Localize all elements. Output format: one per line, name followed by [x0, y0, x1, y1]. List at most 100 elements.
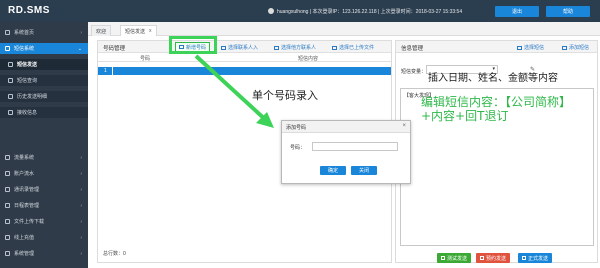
dialog-header: 添加号码 ×: [282, 121, 410, 133]
file-icon: [332, 45, 337, 50]
clock-icon: [480, 256, 484, 260]
test-icon: [441, 256, 445, 260]
row-index: 1: [104, 68, 107, 74]
tab-welcome[interactable]: 欢迎: [91, 25, 112, 36]
column-header-content: 短信内容: [298, 56, 319, 62]
panel-header: 信息管理 选择短信 添加短信: [396, 41, 597, 53]
tab-bar: 欢迎 短信发送 x: [88, 22, 600, 36]
file-icon: [5, 219, 10, 224]
account-icon: [5, 171, 10, 176]
sidebar-item-label: 短信发送: [17, 62, 38, 68]
chevron-icon: ›: [80, 187, 82, 193]
timed-send-button[interactable]: 预约发送: [476, 253, 511, 263]
highlight-box: [169, 36, 217, 54]
sidebar-item-system[interactable]: 系统管理 ›: [0, 248, 88, 259]
dialog-title: 添加号码: [286, 125, 307, 131]
add-template-button[interactable]: 添加短信: [562, 44, 589, 51]
button-label: 选择已上传文件: [339, 45, 375, 51]
calendar-icon: [5, 203, 10, 208]
chevron-icon: ›: [80, 235, 82, 241]
annotation-insert-hint: 插入日期、姓名、金额等内容: [428, 73, 558, 84]
exit-button[interactable]: 退出: [495, 6, 539, 17]
template-icon: [517, 45, 522, 50]
button-label: 选择他方联系人: [281, 45, 317, 51]
number-input[interactable]: [312, 142, 398, 151]
cell-divider: [112, 67, 113, 75]
search-icon: [8, 78, 13, 83]
send-icon: [8, 62, 13, 67]
sidebar-item-inbox[interactable]: 接收信息: [0, 107, 88, 118]
sidebar: 系统首页 › 短信系统 ⌄ 短信发送 短信查询 历史发送明细 接收信息 流量系统 › …: [0, 22, 88, 268]
column-header-number: 号码: [140, 56, 151, 62]
select-template-button[interactable]: 选择短信: [517, 44, 544, 51]
contacts-icon: [274, 45, 279, 50]
select-uploaded-file-button[interactable]: 选择已上传文件: [332, 44, 374, 51]
user-icon: [268, 8, 274, 14]
sidebar-item-label: 账户流水: [14, 171, 35, 177]
chevron-icon: ›: [80, 251, 82, 257]
tab-label: 短信发送: [125, 28, 146, 35]
table-row[interactable]: 1: [98, 67, 391, 75]
sidebar-item-label: 历史发送明细: [17, 94, 48, 100]
button-label: 添加短信: [569, 45, 590, 51]
button-label: 选择联系人入: [228, 45, 259, 51]
sidebar-item-history[interactable]: 历史发送明细: [0, 91, 88, 102]
button-label: 测试发送: [447, 255, 468, 262]
gear-icon: [5, 251, 10, 256]
close-icon[interactable]: ×: [402, 123, 406, 129]
contacts-icon: [5, 187, 10, 192]
chevron-icon: ›: [80, 219, 82, 225]
sidebar-item-recharge[interactable]: 线上充值 ›: [0, 232, 88, 243]
sidebar-item-label: 短信查询: [17, 78, 38, 84]
button-label: 正式发送: [528, 255, 549, 262]
sidebar-item-account[interactable]: 账户流水 ›: [0, 168, 88, 179]
chevron-down-icon: ⌄: [77, 46, 82, 52]
chevron-icon: ›: [80, 171, 82, 177]
confirm-button[interactable]: 确定: [320, 166, 346, 175]
test-send-button[interactable]: 测试发送: [437, 253, 472, 263]
sidebar-item-calendar[interactable]: 日程表管理 ›: [0, 200, 88, 211]
help-button[interactable]: 帮助: [546, 6, 590, 17]
sidebar-item-label: 系统首页: [14, 30, 35, 36]
sidebar-item-home[interactable]: 系统首页 ›: [0, 27, 88, 38]
user-info: huangxulhong | 本次登录IP：123.126.22.118 | 上…: [268, 8, 462, 15]
contacts-icon: [221, 45, 226, 50]
inbox-icon: [8, 110, 13, 115]
annotation-edit-hint: 编辑短信内容：【公司简称】+内容+回T退订: [421, 95, 572, 123]
history-icon: [8, 94, 13, 99]
chevron-icon: ›: [80, 155, 82, 161]
panel-title: 号码管理: [103, 46, 126, 52]
sidebar-item-label: 系统管理: [14, 251, 35, 257]
select-other-contacts-button[interactable]: 选择他方联系人: [274, 44, 316, 51]
close-icon[interactable]: x: [149, 28, 152, 34]
sidebar-item-label: 流量系统: [14, 155, 35, 161]
envelope-icon: [5, 46, 10, 51]
user-info-text: huangxulhong | 本次登录IP：123.126.22.118 | 上…: [277, 9, 463, 15]
formal-send-button[interactable]: 正式发送: [518, 253, 553, 263]
total-rows: 总行数：0: [103, 251, 126, 257]
sidebar-item-label: 日程表管理: [14, 203, 40, 209]
home-icon: [5, 30, 10, 35]
sidebar-item-label: 通讯录管理: [14, 187, 40, 193]
send-icon: [522, 256, 526, 260]
sidebar-item-label: 文件上传下载: [14, 219, 45, 225]
panel-header: 号码管理 新增号码 选择联系人入 选择他方联系人 选择已上传文件: [98, 41, 391, 53]
button-label: 预约发送: [486, 255, 507, 262]
chevron-icon: ›: [80, 203, 82, 209]
sidebar-item-label: 接收信息: [17, 110, 38, 116]
add-icon: [562, 45, 567, 50]
sidebar-item-traffic[interactable]: 流量系统 ›: [0, 152, 88, 163]
sidebar-item-sms-query[interactable]: 短信查询: [0, 75, 88, 86]
sidebar-item-contacts[interactable]: 通讯录管理 ›: [0, 184, 88, 195]
dialog-close-button[interactable]: 关闭: [351, 166, 377, 175]
table-header: 号码 短信内容: [98, 53, 391, 62]
sidebar-item-label: 线上充值: [14, 235, 35, 241]
sidebar-item-sms-send[interactable]: 短信发送: [0, 59, 88, 70]
sidebar-item-sms-system[interactable]: 短信系统 ⌄: [0, 43, 88, 54]
traffic-icon: [5, 155, 10, 160]
number-field-label: 号码：: [290, 145, 306, 151]
tab-sms-send[interactable]: 短信发送 x: [120, 25, 157, 36]
sidebar-item-files[interactable]: 文件上传下载 ›: [0, 216, 88, 227]
select-contacts-button[interactable]: 选择联系人入: [221, 44, 258, 51]
button-label: 选择短信: [524, 45, 545, 51]
